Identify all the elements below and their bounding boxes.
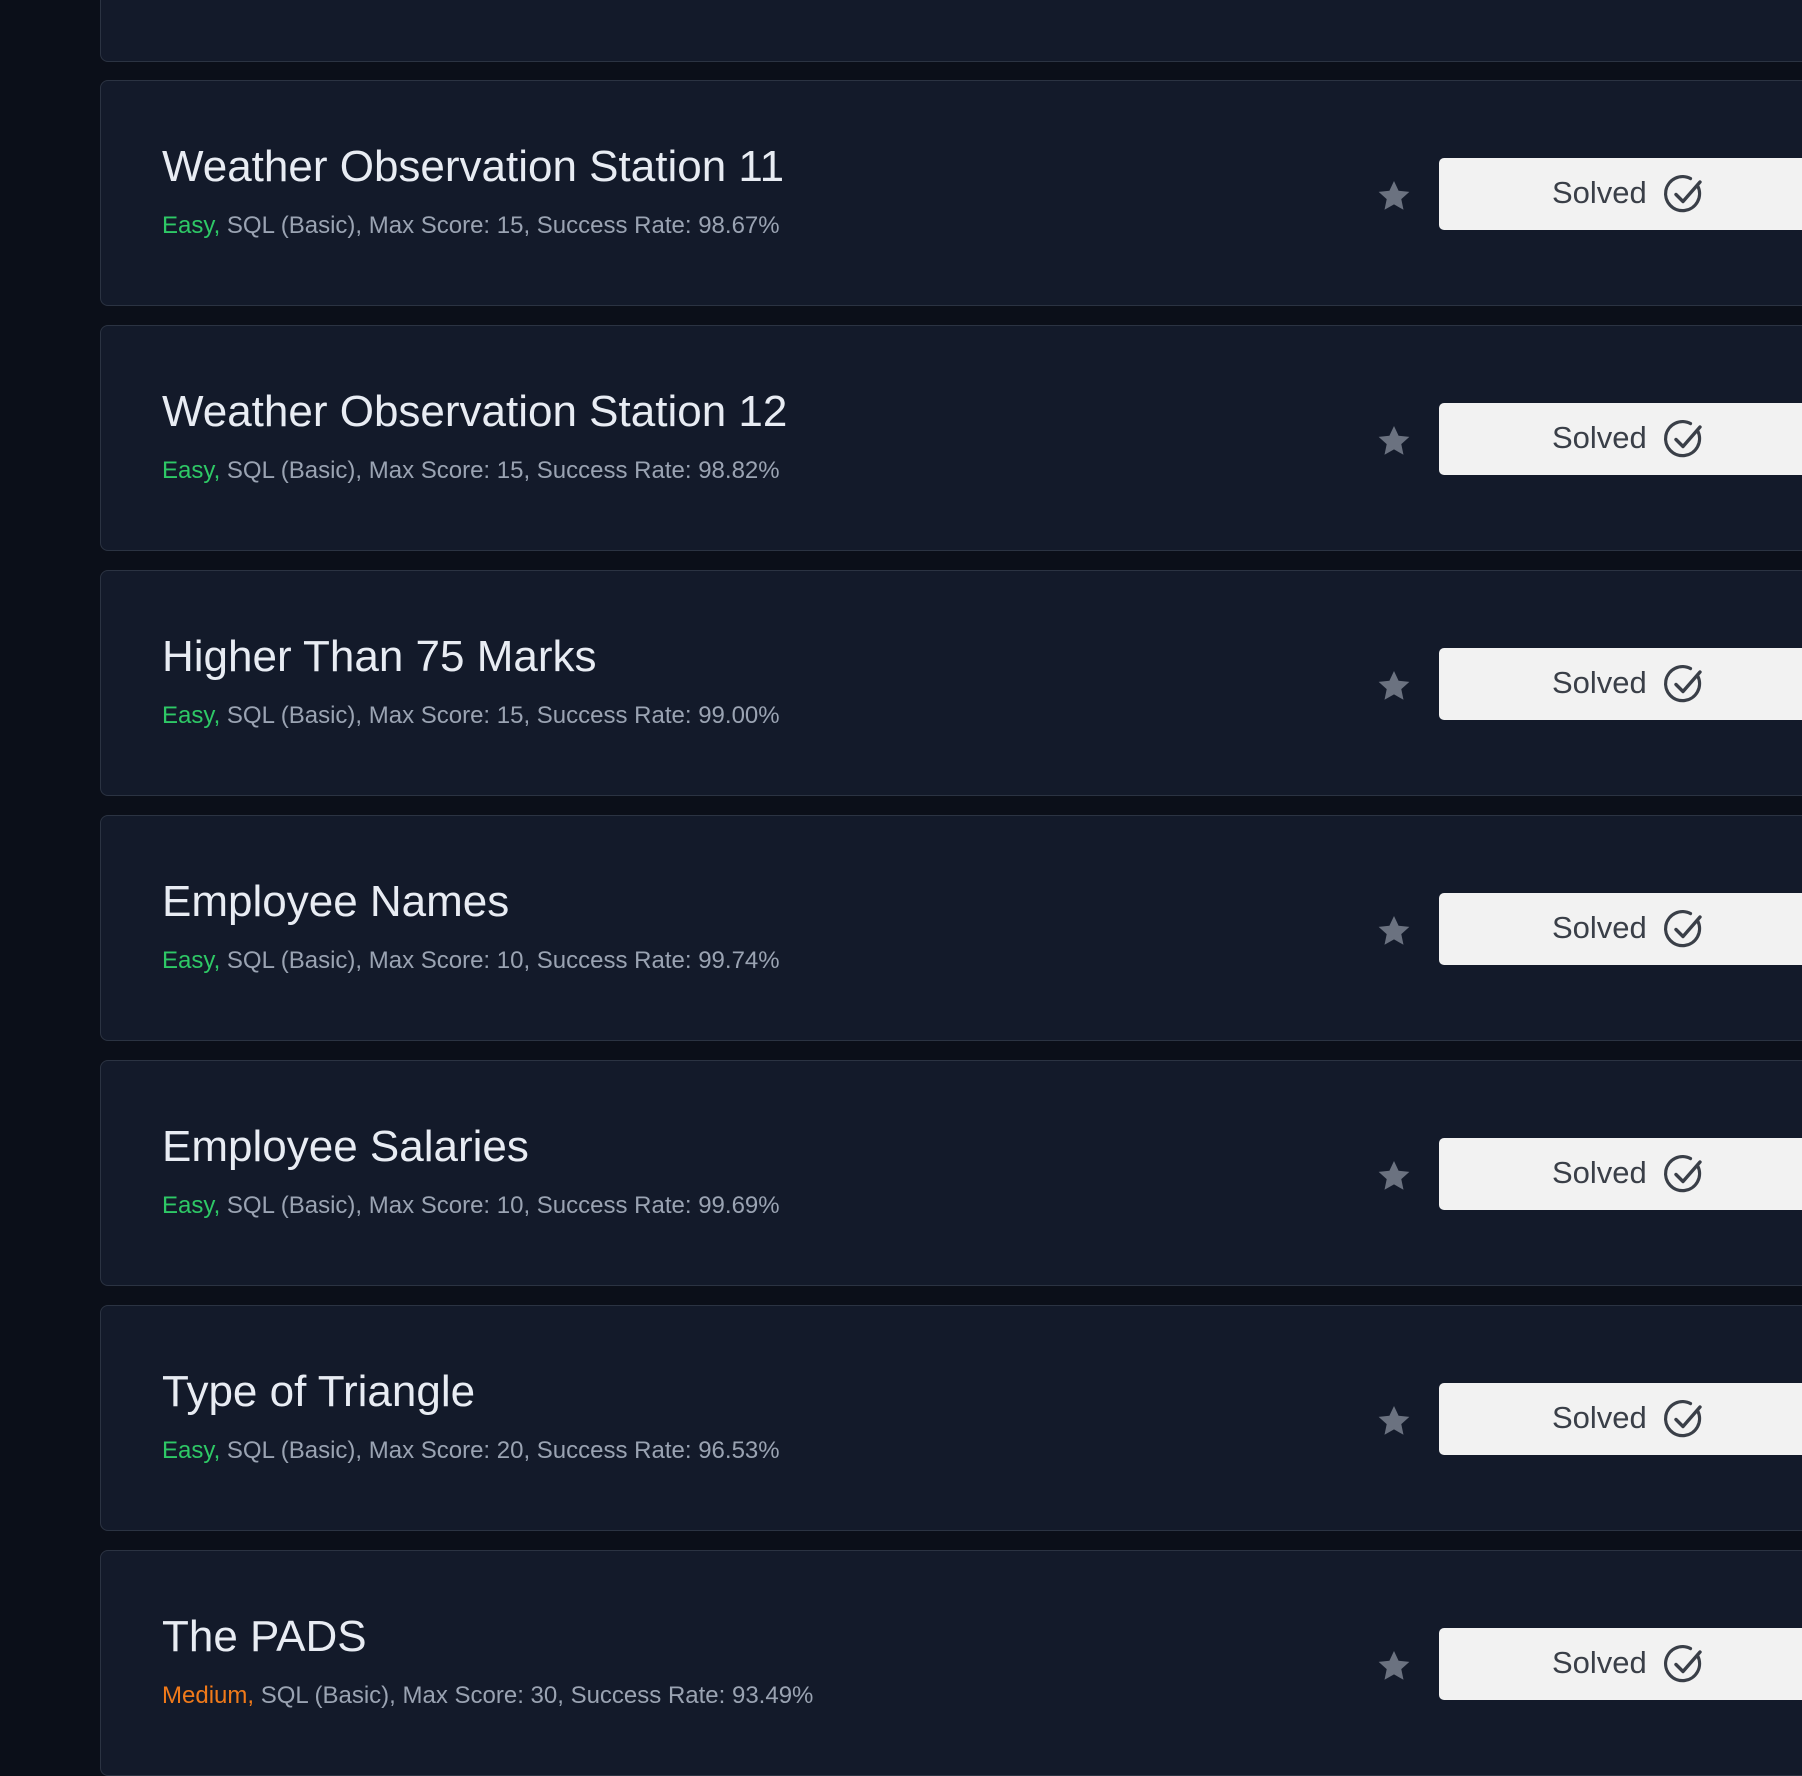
solved-label: Solved [1552, 1645, 1647, 1680]
challenge-details: SQL (Basic), Max Score: 10, Success Rate… [220, 947, 780, 974]
star-icon [1378, 1405, 1410, 1435]
solved-label: Solved [1552, 175, 1647, 210]
difficulty-label: Easy, [162, 212, 221, 239]
challenge-meta: Easy, SQL (Basic), Max Score: 10, Succes… [162, 949, 780, 973]
check-circle-icon [1663, 1645, 1702, 1683]
difficulty-label: Easy, [162, 1192, 221, 1219]
challenge-title[interactable]: Type of Triangle [162, 1370, 475, 1414]
challenge-title[interactable]: Weather Observation Station 11 [162, 145, 784, 189]
challenge-meta: Easy, SQL (Basic), Max Score: 20, Succes… [162, 1439, 780, 1463]
bookmark-button[interactable] [1369, 1151, 1419, 1201]
difficulty-label: Easy, [162, 702, 221, 729]
challenge-card[interactable]: Weather Observation Station 12 Easy, SQL… [100, 325, 1802, 551]
difficulty-label: Easy, [162, 457, 221, 484]
solved-button[interactable]: Solved [1439, 403, 1802, 475]
challenge-details: SQL (Basic), Max Score: 15, Success Rate… [220, 212, 780, 239]
star-icon [1378, 425, 1410, 455]
bookmark-button[interactable] [1369, 1641, 1419, 1691]
left-sidebar-strip [0, 0, 100, 1748]
difficulty-label: Medium, [162, 1682, 255, 1709]
star-icon [1378, 1650, 1410, 1680]
challenge-card[interactable]: Employee Names Easy, SQL (Basic), Max Sc… [100, 815, 1802, 1041]
star-icon [1378, 1160, 1410, 1190]
check-circle-icon [1663, 910, 1702, 948]
check-circle-icon [1663, 665, 1702, 703]
challenge-title[interactable]: Employee Names [162, 880, 509, 924]
solved-button[interactable]: Solved [1439, 1628, 1802, 1700]
star-icon [1378, 915, 1410, 945]
challenge-card[interactable]: The PADS Medium, SQL (Basic), Max Score:… [100, 1550, 1802, 1776]
challenge-card[interactable]: Employee Salaries Easy, SQL (Basic), Max… [100, 1060, 1802, 1286]
challenge-title[interactable]: The PADS [162, 1615, 367, 1659]
challenge-list: Weather Observation Station 11 Easy, SQL… [100, 0, 1802, 1776]
star-icon [1378, 670, 1410, 700]
challenge-card[interactable]: Type of Triangle Easy, SQL (Basic), Max … [100, 1305, 1802, 1531]
challenge-title[interactable]: Weather Observation Station 12 [162, 390, 787, 434]
solved-label: Solved [1552, 420, 1647, 455]
challenge-meta: Easy, SQL (Basic), Max Score: 10, Succes… [162, 1194, 780, 1218]
challenge-card[interactable]: Weather Observation Station 11 Easy, SQL… [100, 80, 1802, 306]
challenge-details: SQL (Basic), Max Score: 20, Success Rate… [220, 1437, 780, 1464]
challenge-meta: Easy, SQL (Basic), Max Score: 15, Succes… [162, 704, 780, 728]
solved-label: Solved [1552, 665, 1647, 700]
bookmark-button[interactable] [1369, 661, 1419, 711]
check-circle-icon [1663, 420, 1702, 458]
challenge-card[interactable]: Higher Than 75 Marks Easy, SQL (Basic), … [100, 570, 1802, 796]
check-circle-icon [1663, 1400, 1702, 1438]
bookmark-button[interactable] [1369, 171, 1419, 221]
challenge-details: SQL (Basic), Max Score: 10, Success Rate… [220, 1192, 780, 1219]
challenge-meta: Easy, SQL (Basic), Max Score: 15, Succes… [162, 459, 780, 483]
bookmark-button[interactable] [1369, 1396, 1419, 1446]
solved-button[interactable]: Solved [1439, 1138, 1802, 1210]
difficulty-label: Easy, [162, 947, 221, 974]
challenge-details: SQL (Basic), Max Score: 15, Success Rate… [220, 457, 780, 484]
challenge-title[interactable]: Employee Salaries [162, 1125, 529, 1169]
challenge-title[interactable]: Higher Than 75 Marks [162, 635, 597, 679]
challenge-meta: Easy, SQL (Basic), Max Score: 15, Succes… [162, 214, 780, 238]
bookmark-button[interactable] [1369, 416, 1419, 466]
challenge-card-partial [100, 0, 1802, 62]
solved-label: Solved [1552, 910, 1647, 945]
bookmark-button[interactable] [1369, 906, 1419, 956]
solved-button[interactable]: Solved [1439, 1383, 1802, 1455]
difficulty-label: Easy, [162, 1437, 221, 1464]
solved-button[interactable]: Solved [1439, 893, 1802, 965]
challenge-meta: Medium, SQL (Basic), Max Score: 30, Succ… [162, 1684, 813, 1708]
check-circle-icon [1663, 175, 1702, 213]
solved-label: Solved [1552, 1155, 1647, 1190]
challenge-details: SQL (Basic), Max Score: 30, Success Rate… [254, 1682, 814, 1709]
check-circle-icon [1663, 1155, 1702, 1193]
star-icon [1378, 180, 1410, 210]
solved-button[interactable]: Solved [1439, 648, 1802, 720]
challenge-details: SQL (Basic), Max Score: 15, Success Rate… [220, 702, 780, 729]
solved-button[interactable]: Solved [1439, 158, 1802, 230]
solved-label: Solved [1552, 1400, 1647, 1435]
